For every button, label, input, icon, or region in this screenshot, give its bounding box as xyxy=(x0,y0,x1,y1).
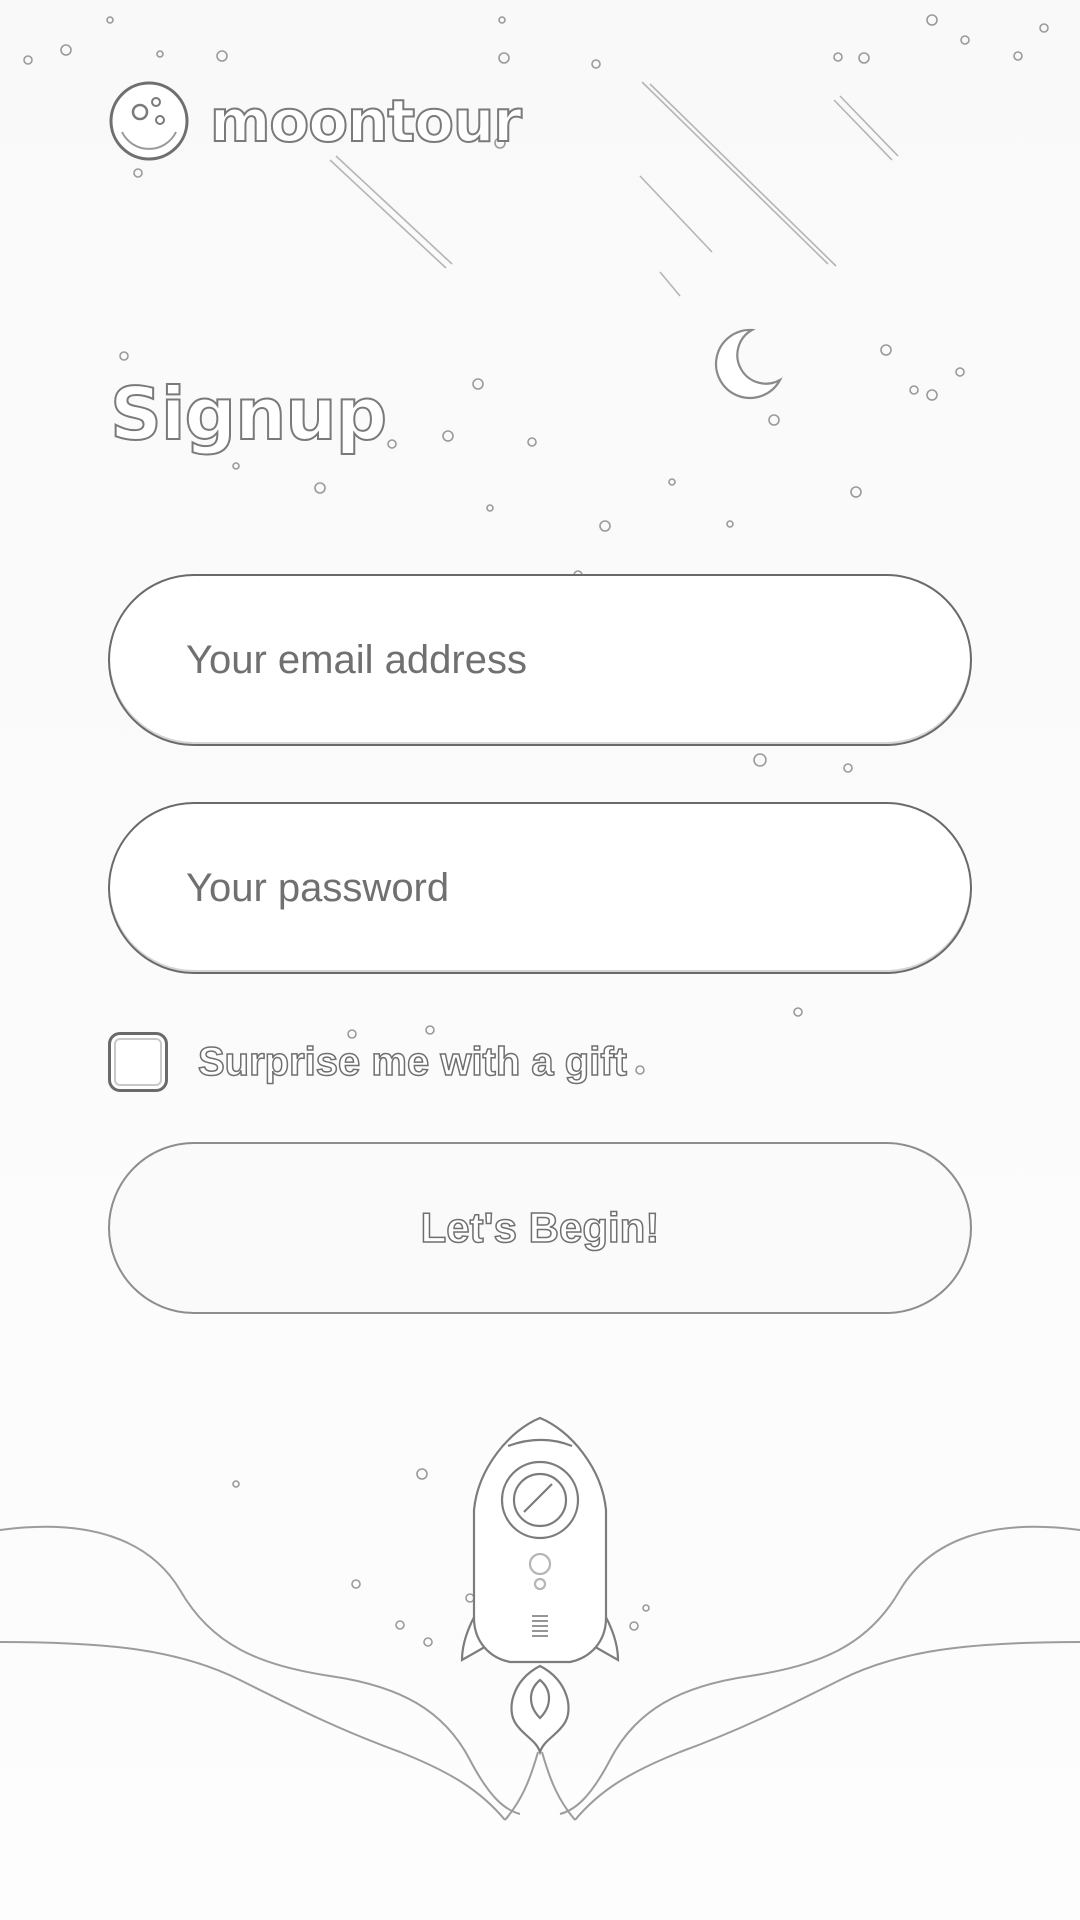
rocket-launch-scene xyxy=(0,1416,1080,1821)
brand-logo[interactable]: moontour xyxy=(108,80,523,162)
brand-name: moontour xyxy=(209,86,523,156)
gift-checkbox[interactable] xyxy=(108,1032,168,1092)
submit-button-label: Let's Begin! xyxy=(420,1203,660,1252)
email-input[interactable] xyxy=(110,576,970,744)
signup-screen: moontour Signup Surprise me with a gift … xyxy=(0,0,1080,1920)
password-input[interactable] xyxy=(110,804,970,972)
page-title: Signup xyxy=(109,371,388,457)
email-field[interactable] xyxy=(108,574,972,746)
password-field[interactable] xyxy=(108,802,972,974)
gift-checkbox-label: Surprise me with a gift xyxy=(197,1039,627,1085)
gift-checkbox-row[interactable]: Surprise me with a gift xyxy=(108,1032,628,1092)
moon-logo-icon xyxy=(109,81,189,161)
rocket-icon xyxy=(460,1416,620,1756)
crescent-moon-icon xyxy=(714,328,783,399)
submit-button[interactable]: Let's Begin! xyxy=(108,1142,972,1314)
